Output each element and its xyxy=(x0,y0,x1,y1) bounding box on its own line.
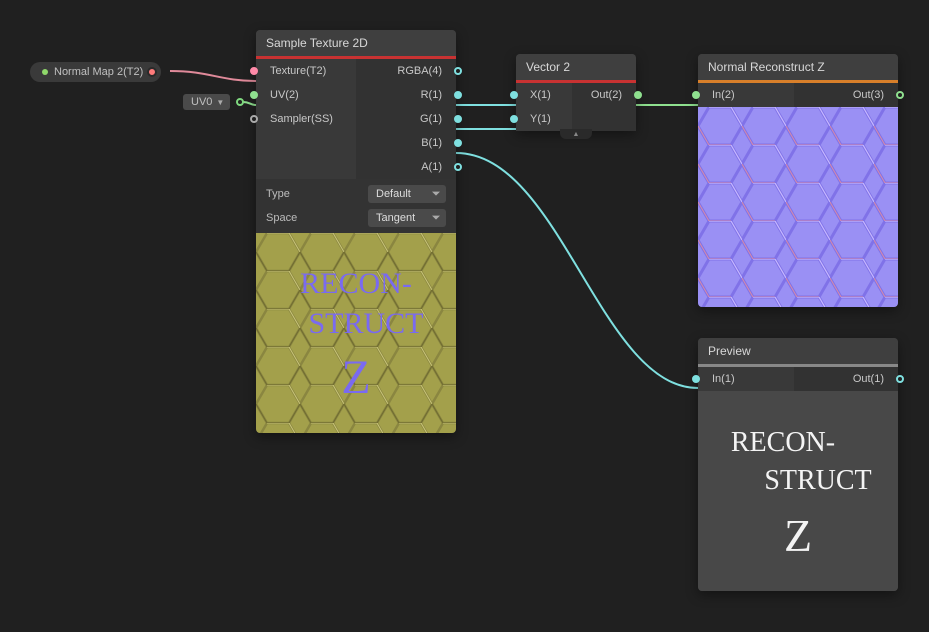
port-label: Texture(T2) xyxy=(270,65,326,77)
port-icon[interactable] xyxy=(250,91,258,99)
input-uv[interactable]: UV(2) xyxy=(256,83,356,107)
param-type-select[interactable]: Default xyxy=(368,185,446,203)
svg-text:Z: Z xyxy=(784,510,812,561)
output-out[interactable]: Out(3) xyxy=(794,83,898,107)
port-icon[interactable] xyxy=(896,91,904,99)
node-title[interactable]: Preview xyxy=(698,338,898,364)
port-label: R(1) xyxy=(421,89,442,101)
port-icon[interactable] xyxy=(250,115,258,123)
port-icon[interactable] xyxy=(454,115,462,123)
uv-channel-label: UV0 xyxy=(191,96,212,108)
port-label: Out(3) xyxy=(853,89,884,101)
output-rgba[interactable]: RGBA(4) xyxy=(356,59,456,83)
property-label: Normal Map 2(T2) xyxy=(54,66,143,78)
input-in[interactable]: In(1) xyxy=(698,367,794,391)
port-icon[interactable] xyxy=(454,91,462,99)
output-g[interactable]: G(1) xyxy=(356,107,456,131)
output-b[interactable]: B(1) xyxy=(356,131,456,155)
param-type-label: Type xyxy=(266,188,290,200)
port-icon[interactable] xyxy=(896,375,904,383)
port-label: X(1) xyxy=(530,89,551,101)
port-label: RGBA(4) xyxy=(397,65,442,77)
output-out[interactable]: Out(1) xyxy=(794,367,898,391)
input-sampler[interactable]: Sampler(SS) xyxy=(256,107,356,131)
property-output-port[interactable] xyxy=(147,67,157,77)
port-icon[interactable] xyxy=(634,91,642,99)
port-label: Out(1) xyxy=(853,373,884,385)
svg-text:RECON-: RECON- xyxy=(300,267,412,300)
port-label: B(1) xyxy=(421,137,442,149)
input-x[interactable]: X(1) xyxy=(516,83,572,107)
output-out[interactable]: Out(2) xyxy=(572,83,636,107)
node-preview-image: RECON- STRUCT Z xyxy=(698,391,898,591)
dropdown-arrow-icon: ▼ xyxy=(216,98,224,107)
svg-text:RECON-: RECON- xyxy=(731,427,835,458)
property-normal-map[interactable]: Normal Map 2(T2) xyxy=(30,62,161,82)
port-icon[interactable] xyxy=(692,91,700,99)
port-label: G(1) xyxy=(420,113,442,125)
port-label: In(1) xyxy=(712,373,735,385)
node-preview[interactable]: Preview In(1) Out(1) RECON- STRUCT Z xyxy=(698,338,898,591)
port-icon[interactable] xyxy=(510,91,518,99)
property-dot-icon xyxy=(42,69,48,75)
node-title[interactable]: Vector 2 xyxy=(516,54,636,80)
uv-channel-selector[interactable]: UV0 ▼ xyxy=(183,94,230,110)
node-vector2[interactable]: Vector 2 X(1) Y(1) Out(2) ▲ xyxy=(516,54,636,131)
port-icon[interactable] xyxy=(454,139,462,147)
port-label: Y(1) xyxy=(530,113,551,125)
port-label: Out(2) xyxy=(591,89,622,101)
node-preview-image xyxy=(698,107,898,307)
port-icon[interactable] xyxy=(454,67,462,75)
param-space-label: Space xyxy=(266,212,297,224)
node-preview-image: RECON- STRUCT Z xyxy=(256,233,456,433)
output-r[interactable]: R(1) xyxy=(356,83,456,107)
node-title[interactable]: Normal Reconstruct Z xyxy=(698,54,898,80)
node-normal-reconstruct-z[interactable]: Normal Reconstruct Z In(2) Out(3) xyxy=(698,54,898,307)
port-label: In(2) xyxy=(712,89,735,101)
port-icon[interactable] xyxy=(510,115,518,123)
input-in[interactable]: In(2) xyxy=(698,83,794,107)
port-label: A(1) xyxy=(421,161,442,173)
svg-text:Z: Z xyxy=(341,351,370,404)
input-y[interactable]: Y(1) xyxy=(516,107,572,131)
port-icon[interactable] xyxy=(692,375,700,383)
collapse-toggle-icon[interactable]: ▲ xyxy=(560,129,592,139)
svg-text:STRUCT: STRUCT xyxy=(764,465,871,496)
param-space-select[interactable]: Tangent xyxy=(368,209,446,227)
uv-output-port[interactable] xyxy=(236,98,244,106)
port-label: UV(2) xyxy=(270,89,299,101)
node-title[interactable]: Sample Texture 2D xyxy=(256,30,456,56)
input-texture[interactable]: Texture(T2) xyxy=(256,59,356,83)
port-label: Sampler(SS) xyxy=(270,113,333,125)
output-a[interactable]: A(1) xyxy=(356,155,456,179)
node-sample-texture-2d[interactable]: Sample Texture 2D Texture(T2) UV(2) Samp… xyxy=(256,30,456,433)
svg-text:STRUCT: STRUCT xyxy=(308,307,423,340)
port-icon[interactable] xyxy=(250,67,258,75)
port-icon[interactable] xyxy=(454,163,462,171)
